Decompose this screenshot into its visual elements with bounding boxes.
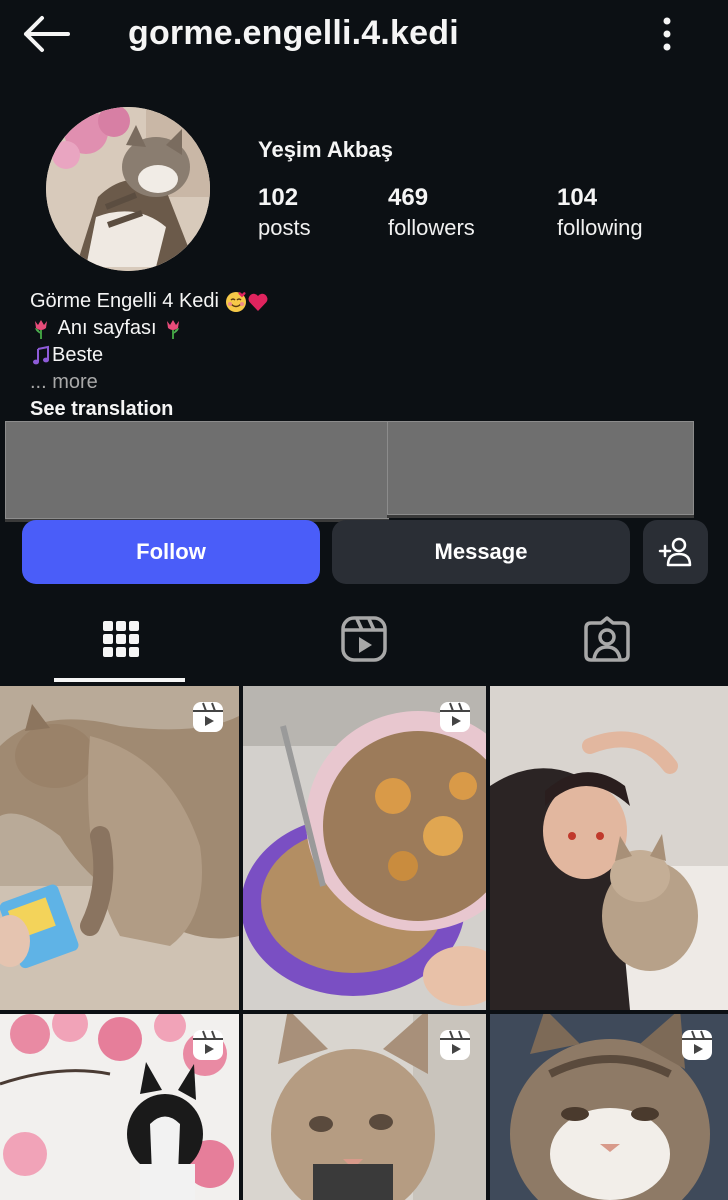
message-button[interactable]: Message [332,520,630,584]
see-translation-link[interactable]: See translation [30,396,269,423]
grid-post[interactable] [0,1014,239,1200]
tulip-icon [35,319,47,339]
grid-icon [103,621,139,657]
posts-grid [0,686,728,1200]
smiling-face-with-hearts-icon [225,291,246,312]
grid-post[interactable] [243,1014,486,1200]
followers-count[interactable]: 469 followers [388,183,475,243]
profile-avatar[interactable] [46,107,210,271]
following-count-value: 104 [557,184,598,211]
redacted-block [387,421,694,515]
top-bar: gorme.engelli.4.kedi [0,0,728,72]
reels-icon [341,616,387,662]
posts-count[interactable]: 102 posts [258,183,311,243]
active-tab-indicator [54,678,185,682]
tagged-person-icon [584,616,630,662]
tulip-icon [167,319,180,339]
reel-badge-icon [193,1030,223,1060]
tab-posts-grid[interactable] [0,596,242,682]
bio-line-2: Anı sayfası [30,315,269,342]
profile-bio: Görme Engelli 4 Kedi Anı sayfası Beste .… [30,288,269,423]
vertical-dots-icon [663,17,671,51]
grid-post[interactable] [490,686,728,1010]
bio-more-link[interactable]: ... more [30,369,269,396]
tab-tagged[interactable] [486,596,728,682]
bio-line-1: Görme Engelli 4 Kedi [30,288,269,315]
follow-button[interactable]: Follow [22,520,320,584]
profile-tabs [0,596,728,682]
followers-count-label: followers [388,215,475,240]
bio-line-3-text: Beste [52,344,104,366]
reel-badge-icon [193,702,223,732]
suggested-accounts-button[interactable] [643,520,708,584]
bio-line-2-text: Anı sayfası [57,317,157,339]
bio-line-3: Beste [30,342,269,369]
arrow-left-icon [24,16,70,52]
posts-count-label: posts [258,215,311,240]
followers-count-value: 469 [388,184,429,211]
reel-badge-icon [682,1030,712,1060]
grid-post[interactable] [490,1014,728,1200]
add-person-icon [658,537,691,567]
redacted-block [5,421,389,519]
display-name: Yeşim Akbaş [258,137,393,162]
red-heart-icon [248,293,267,311]
posts-count-value: 102 [258,184,299,211]
reel-badge-icon [440,702,470,732]
following-count-label: following [557,215,643,240]
bio-line-1-text: Görme Engelli 4 Kedi [30,290,219,312]
following-count[interactable]: 104 following [557,183,643,243]
reel-badge-icon [440,1030,470,1060]
grid-post[interactable] [0,686,239,1010]
back-button[interactable] [20,14,72,54]
grid-post[interactable] [243,686,486,1010]
musical-notes-icon [33,345,49,364]
options-menu-button[interactable] [650,14,684,56]
profile-username: gorme.engelli.4.kedi [128,14,459,52]
tab-reels[interactable] [243,596,485,682]
